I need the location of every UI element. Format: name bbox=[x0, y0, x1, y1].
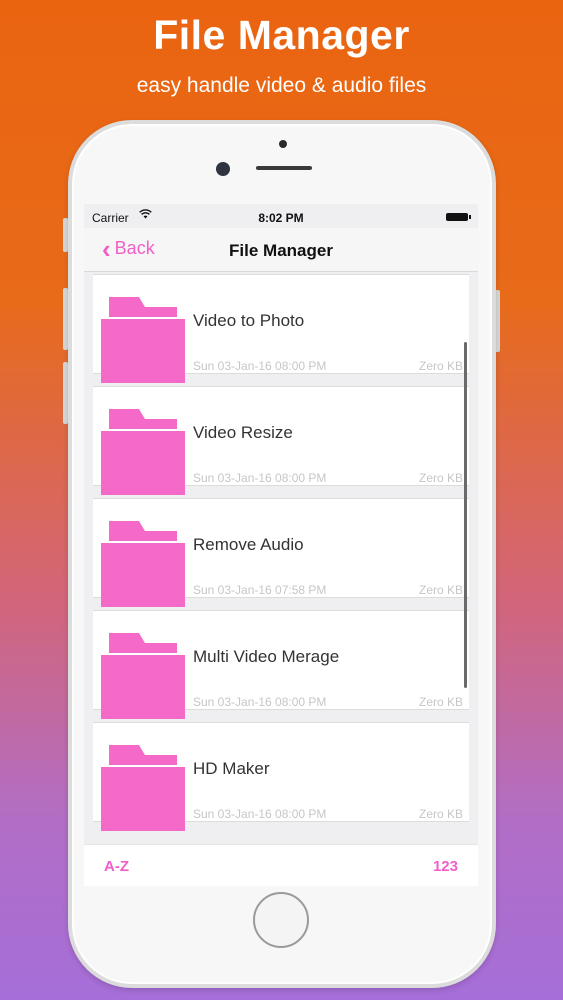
proximity-sensor bbox=[279, 140, 287, 148]
home-button[interactable] bbox=[253, 892, 309, 948]
navigation-bar: ‹ Back File Manager bbox=[84, 228, 478, 272]
earpiece-speaker bbox=[256, 166, 312, 170]
folder-icon bbox=[101, 521, 185, 607]
file-name: Remove Audio bbox=[193, 535, 304, 554]
list-item[interactable]: Video Resize Sun 03-Jan-16 08:00 PM Zero… bbox=[93, 386, 469, 495]
file-name: Multi Video Merage bbox=[193, 647, 340, 666]
clock: 8:02 PM bbox=[258, 211, 304, 225]
bottom-toolbar: A-Z 123 bbox=[84, 844, 478, 886]
folder-icon bbox=[101, 633, 185, 719]
list-item[interactable]: Video to Photo Sun 03-Jan-16 08:00 PM Ze… bbox=[93, 274, 469, 383]
list-item[interactable]: Remove Audio Sun 03-Jan-16 07:58 PM Zero… bbox=[93, 498, 469, 607]
folder-icon bbox=[101, 745, 185, 831]
file-name: Video Resize bbox=[193, 423, 293, 442]
sort-numeric-button[interactable]: 123 bbox=[433, 858, 458, 875]
folder-icon bbox=[101, 409, 185, 495]
nav-title: File Manager bbox=[229, 241, 333, 260]
scrollbar[interactable] bbox=[464, 342, 467, 688]
file-name: HD Maker bbox=[193, 759, 270, 778]
file-date: Sun 03-Jan-16 08:00 PM bbox=[193, 471, 327, 485]
file-date: Sun 03-Jan-16 08:00 PM bbox=[193, 695, 327, 709]
battery-icon bbox=[446, 213, 471, 221]
list-item[interactable]: Multi Video Merage Sun 03-Jan-16 08:00 P… bbox=[93, 610, 469, 719]
status-bar: Carrier 8:02 PM bbox=[84, 204, 478, 228]
file-size: Zero KB bbox=[418, 583, 463, 597]
sort-alphabetical-button[interactable]: A-Z bbox=[104, 858, 129, 875]
file-size: Zero KB bbox=[418, 471, 463, 485]
folder-icon bbox=[101, 297, 185, 383]
file-size: Zero KB bbox=[418, 695, 463, 709]
phone-screen: Carrier 8:02 PM ‹ Back File Manager Vide… bbox=[84, 204, 478, 886]
file-date: Sun 03-Jan-16 08:00 PM bbox=[193, 807, 327, 821]
file-size: Zero KB bbox=[418, 807, 463, 821]
list-item[interactable]: HD Maker Sun 03-Jan-16 08:00 PM Zero KB bbox=[93, 722, 469, 831]
file-list: Video to Photo Sun 03-Jan-16 08:00 PM Ze… bbox=[84, 272, 478, 844]
promo-subtitle: easy handle video & audio files bbox=[136, 74, 427, 97]
promo-title: File Manager bbox=[153, 12, 410, 58]
file-size: Zero KB bbox=[418, 359, 463, 373]
front-camera bbox=[216, 162, 230, 176]
file-name: Video to Photo bbox=[193, 311, 305, 330]
file-date: Sun 03-Jan-16 08:00 PM bbox=[193, 359, 327, 373]
file-date: Sun 03-Jan-16 07:58 PM bbox=[193, 583, 327, 597]
